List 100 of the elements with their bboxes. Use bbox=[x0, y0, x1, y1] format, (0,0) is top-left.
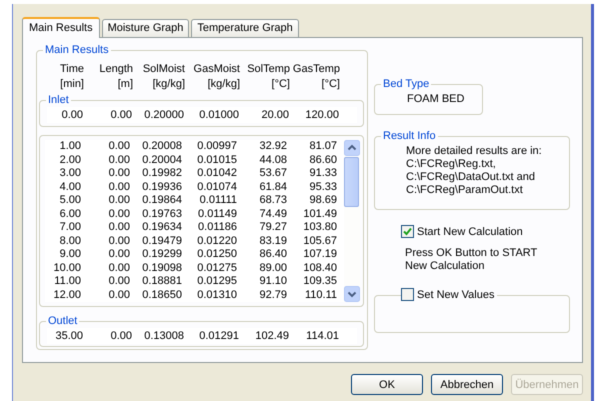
table-cell-text: 0.00 bbox=[108, 248, 130, 262]
table-cell-text: 0.00 bbox=[108, 154, 130, 167]
table-cell-text: 0.19479 bbox=[141, 234, 182, 248]
table-cell-text: 6.00 bbox=[58, 208, 81, 221]
table-cell-text: 101.49 bbox=[302, 208, 337, 221]
scroll-thumb[interactable] bbox=[344, 157, 359, 207]
table-cell-text: 91.10 bbox=[258, 275, 287, 288]
table-cell-text: 98.69 bbox=[308, 194, 337, 208]
table-cell-text: 0.00 bbox=[110, 108, 132, 123]
table-cell-text: 0.01186 bbox=[197, 221, 237, 234]
bed-type-value: FOAM BED bbox=[407, 93, 466, 105]
table-cell-text: 0.01291 bbox=[198, 329, 239, 344]
table-cell-text: 91.33 bbox=[308, 167, 337, 180]
column-header: Length bbox=[98, 62, 133, 77]
info-text: More detailed results are in: bbox=[406, 145, 543, 158]
table-cell-text: 83.19 bbox=[258, 234, 287, 248]
table-cell-text: 2.00 bbox=[58, 154, 81, 167]
table-cell-text: 114.01 bbox=[305, 329, 339, 344]
table-cell-text: 0.01149 bbox=[197, 208, 237, 221]
table-cell-text: 0.19864 bbox=[141, 194, 182, 208]
table-cell-text: 53.67 bbox=[258, 167, 287, 180]
table-cell-text: 95.33 bbox=[308, 180, 337, 194]
table-cell-text: 0.00 bbox=[108, 167, 130, 180]
table-cell-text: 92.79 bbox=[258, 288, 287, 302]
table-cell-text: 0.20008 bbox=[141, 140, 182, 154]
column-header: GasTemp bbox=[292, 62, 340, 77]
table-cell-text: 0.00 bbox=[108, 180, 130, 194]
table-cell-text: 79.27 bbox=[258, 221, 287, 234]
table-cell-text: 11.00 bbox=[53, 275, 81, 288]
column-unit: [°C] bbox=[320, 77, 340, 92]
table-cell-text: 0.01074 bbox=[196, 180, 237, 194]
column-unit: [kg/kg] bbox=[206, 77, 240, 92]
group-title: Bed Type bbox=[381, 77, 432, 91]
table-cell-text: 107.19 bbox=[302, 248, 337, 262]
table-cell-text: 102.49 bbox=[254, 329, 289, 344]
table-cell-text: 10.00 bbox=[52, 262, 81, 275]
table-cell-text: 35.00 bbox=[54, 329, 83, 344]
scroll-down-button[interactable] bbox=[344, 286, 360, 302]
table-cell-text: 0.01310 bbox=[196, 288, 237, 302]
table-cell-text: 0.00 bbox=[108, 221, 130, 234]
table-cell-text: 86.40 bbox=[258, 248, 287, 262]
table-cell-text: 120.00 bbox=[304, 108, 339, 123]
tab[interactable]: Moisture Graph bbox=[102, 19, 190, 37]
column-header: Time bbox=[58, 62, 84, 77]
checkbox[interactable] bbox=[401, 288, 414, 301]
table-cell-text: 0.18650 bbox=[141, 288, 182, 302]
table-cell-text: 4.00 bbox=[58, 180, 81, 194]
table-cell-text: 12.00 bbox=[52, 288, 81, 302]
table-cell-text: 86.60 bbox=[308, 154, 337, 167]
dialog-button[interactable]: Abbrechen bbox=[431, 374, 503, 395]
table-cell-text: 108.40 bbox=[302, 262, 337, 275]
table-cell-text: 110.11 bbox=[304, 288, 337, 302]
table-cell-text: 32.92 bbox=[258, 140, 287, 154]
table-cell-text: 0.00 bbox=[108, 262, 130, 275]
table-cell-text: 3.00 bbox=[58, 167, 81, 180]
table-cell-text: 1.00 bbox=[58, 140, 81, 154]
checkbox-label[interactable]: Start New Calculation bbox=[417, 226, 523, 238]
instruction-text: Press OK Button to START New Calculation bbox=[405, 247, 538, 273]
table-cell-text: 105.67 bbox=[302, 234, 337, 248]
scrollbar[interactable] bbox=[344, 140, 360, 302]
table-cell-text: 0.19634 bbox=[141, 221, 182, 234]
table-cell-text: 0.00 bbox=[108, 208, 130, 221]
dialog-button[interactable]: OK bbox=[351, 374, 423, 395]
table-cell-text: 0.01000 bbox=[198, 108, 239, 123]
table-cell-text: 0.00 bbox=[108, 288, 130, 302]
info-text: C:\FCReg\ParamOut.txt bbox=[406, 184, 524, 197]
table-cell-text: 0.18881 bbox=[141, 275, 182, 288]
checkbox[interactable] bbox=[401, 225, 414, 238]
checkbox-label[interactable]: Set New Values bbox=[414, 288, 498, 300]
table-cell-text: 74.49 bbox=[258, 208, 287, 221]
table-cell-text: 61.84 bbox=[258, 180, 287, 194]
table-cell-text: 0.19098 bbox=[141, 262, 182, 275]
table-cell-text: 7.00 bbox=[58, 221, 81, 234]
table-cell-text: 44.08 bbox=[258, 154, 287, 167]
tab[interactable]: Main Results bbox=[22, 17, 100, 38]
table-cell-text: 0.01042 bbox=[196, 167, 237, 180]
table-cell-text: 0.01295 bbox=[196, 275, 237, 288]
table-cell-text: 81.07 bbox=[308, 140, 337, 154]
table-cell-text: 68.73 bbox=[258, 194, 287, 208]
table-cell-text: 0.13008 bbox=[143, 329, 184, 344]
scroll-up-button[interactable] bbox=[344, 140, 360, 156]
table-cell-text: 0.00997 bbox=[196, 140, 237, 154]
info-text: C:\FCReg\DataOut.txt and bbox=[406, 171, 536, 184]
table-cell-text: 0.00 bbox=[108, 194, 130, 208]
table-cell-text: 0.00 bbox=[108, 140, 130, 154]
table-cell-text: 0.01250 bbox=[196, 248, 237, 262]
table-cell-text: 0.01111 bbox=[198, 194, 237, 208]
tab[interactable]: Temperature Graph bbox=[191, 19, 299, 37]
table-cell-text: 0.01220 bbox=[196, 234, 237, 248]
column-unit: [min] bbox=[59, 77, 84, 92]
table-cell-text: 0.01275 bbox=[196, 262, 237, 275]
table-cell-text: 0.19936 bbox=[141, 180, 182, 194]
column-header: SolTemp bbox=[246, 62, 290, 77]
table-cell-text: 5.00 bbox=[58, 194, 81, 208]
table-cell-text: 0.19763 bbox=[141, 208, 182, 221]
table-cell-text: 0.00 bbox=[108, 234, 130, 248]
table-cell-text: 109.35 bbox=[302, 275, 337, 288]
table-cell-text: 0.00 bbox=[108, 275, 130, 288]
table-cell-text: 0.19299 bbox=[141, 248, 182, 262]
table-cell-text: 0.20004 bbox=[141, 154, 182, 167]
